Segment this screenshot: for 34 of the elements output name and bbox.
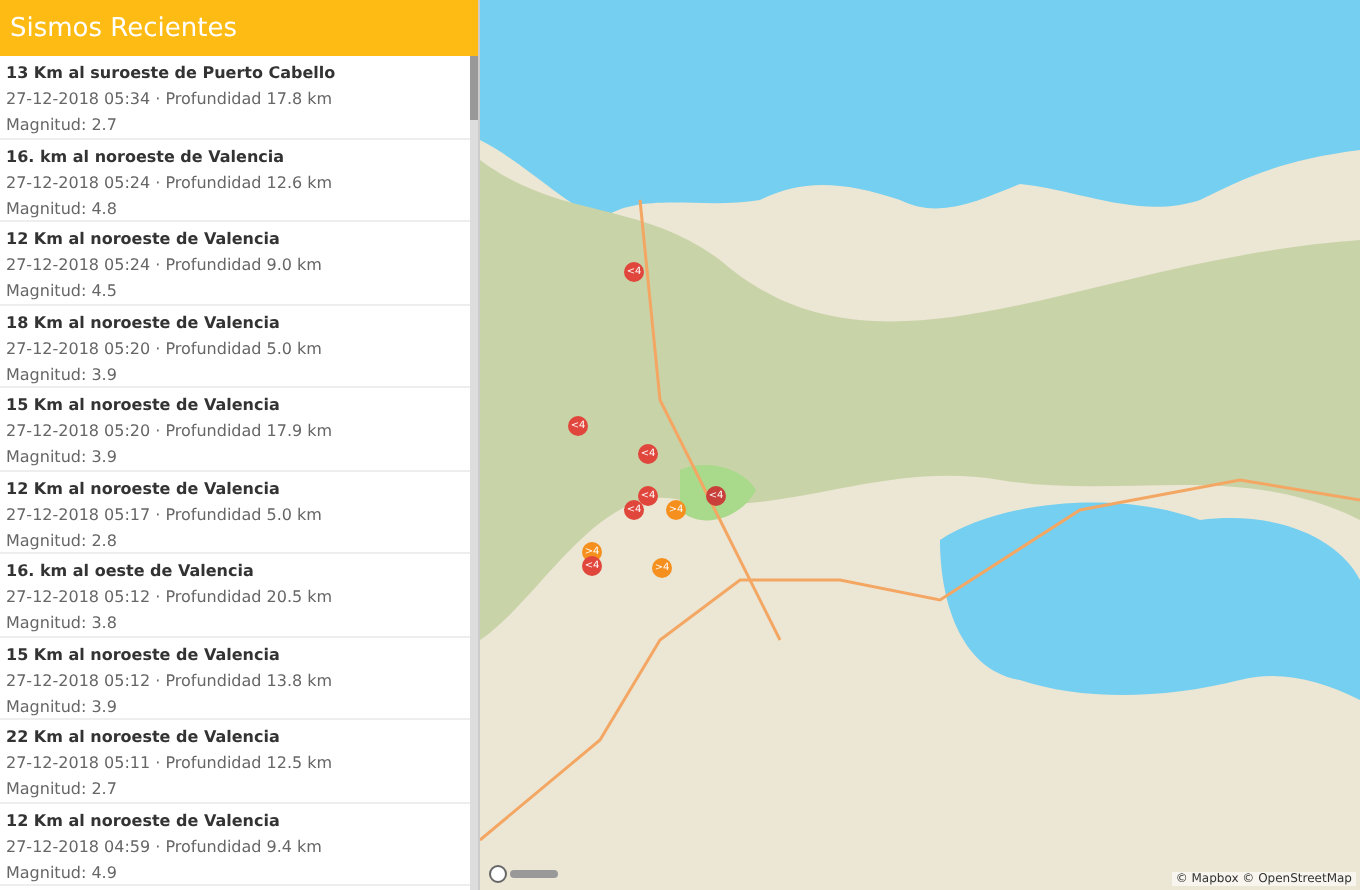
- quake-location: 16. km al noroeste de Valencia: [6, 145, 287, 169]
- quake-details: 27-12-2018 05:34 · Profundidad 17.8 km: [6, 88, 335, 112]
- quake-details: 27-12-2018 05:24 · Profundidad 9.0 km: [6, 254, 324, 278]
- quake-details: 27-12-2018 05:20 · Profundidad 17.9 km: [6, 420, 335, 444]
- quake-details: 27-12-2018 05:12 · Profundidad 13.8 km: [6, 669, 335, 693]
- mapbox-logo-icon: [488, 864, 560, 884]
- quake-magnitude: Magnitud: 3.9: [6, 695, 119, 719]
- quake-magnitude: Magnitud: 3.9: [6, 363, 119, 387]
- quake-location: 13 Km al suroeste de Puerto Cabello: [6, 62, 338, 86]
- quake-location: 12 Km al noroeste de Valencia: [6, 477, 282, 501]
- quake-location: 12 Km al noroeste de Valencia: [6, 228, 282, 252]
- quake-details: 27-12-2018 05:20 · Profundidad 5.0 km: [6, 337, 324, 361]
- quake-details: 27-12-2018 05:11 · Profundidad 12.5 km: [6, 752, 335, 776]
- quake-location: 15 Km al noroeste de Valencia: [6, 394, 282, 418]
- quake-magnitude: Magnitud: 3.9: [6, 446, 119, 470]
- quake-magnitude: Magnitud: 3.8: [6, 612, 119, 636]
- quake-details: 27-12-2018 05:12 · Profundidad 20.5 km: [6, 586, 335, 610]
- quake-magnitude: Magnitud: 4.5: [6, 280, 119, 304]
- scrollbar-thumb[interactable]: [470, 56, 478, 120]
- quake-location: 16. km al oeste de Valencia: [6, 560, 256, 584]
- quake-location: 22 Km al noroeste de Valencia: [6, 726, 282, 750]
- quake-details: 27-12-2018 04:59 · Profundidad 9.4 km: [6, 835, 324, 859]
- quake-magnitude: Magnitud: 2.8: [6, 529, 119, 553]
- quake-location: 15 Km al noroeste de Valencia: [6, 643, 282, 667]
- quake-magnitude: Magnitud: 4.8: [6, 197, 119, 221]
- panel-title: Sismos Recientes: [0, 0, 478, 56]
- quake-magnitude: Magnitud: 2.7: [6, 114, 119, 138]
- quake-magnitude: Magnitud: 4.9: [6, 861, 119, 885]
- quake-location: 18 Km al noroeste de Valencia: [6, 311, 282, 335]
- quake-magnitude: Magnitud: 2.7: [6, 778, 119, 802]
- quake-location: 12 Km al noroeste de Valencia: [6, 809, 282, 833]
- quake-details: 27-12-2018 05:17 · Profundidad 5.0 km: [6, 503, 324, 527]
- quake-details: 27-12-2018 05:24 · Profundidad 12.6 km: [6, 171, 335, 195]
- scrollbar-track[interactable]: [470, 56, 478, 890]
